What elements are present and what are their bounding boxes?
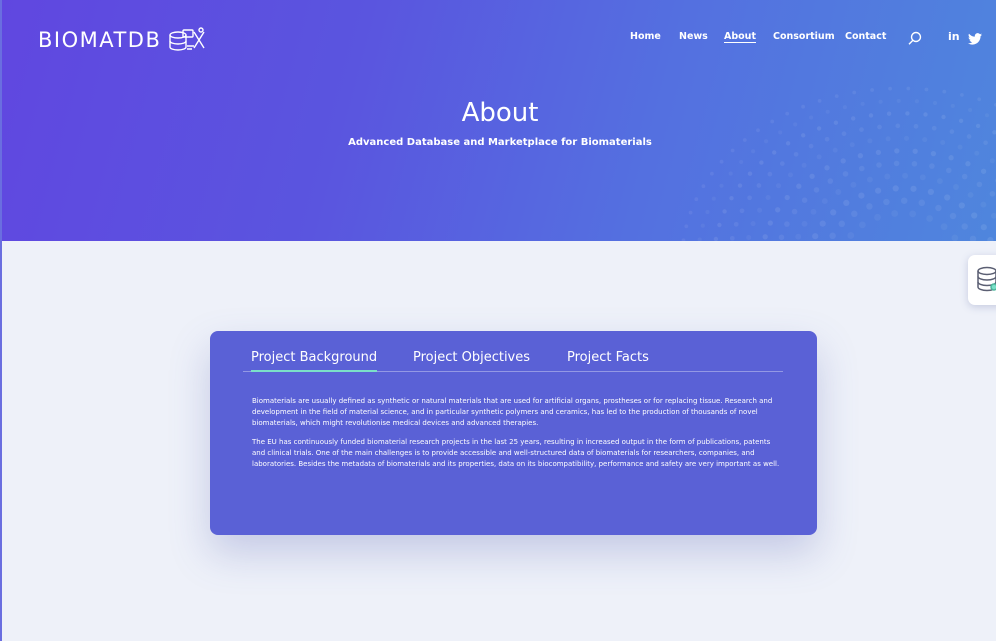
page-title: About — [461, 98, 539, 128]
nav-contact[interactable]: Contact — [845, 31, 886, 42]
tab-content: Biomaterials are usually defined as synt… — [252, 396, 782, 478]
linkedin-icon[interactable]: in — [948, 30, 960, 43]
about-tabs: Project Background Project Objectives Pr… — [243, 350, 783, 372]
page: BIOMATDB Home News About Consortium Cont… — [0, 0, 996, 641]
tab-project-background[interactable]: Project Background — [251, 350, 378, 372]
nav-consortium[interactable]: Consortium — [773, 31, 835, 42]
main-nav: Home News About Consortium Contact in — [2, 30, 996, 49]
content-paragraph: The EU has continuously funded biomateri… — [252, 438, 780, 468]
page-subtitle: Advanced Database and Marketplace for Bi… — [348, 137, 652, 148]
nav-news[interactable]: News — [679, 31, 708, 42]
hero-header: BIOMATDB Home News About Consortium Cont… — [2, 0, 996, 241]
database-icon — [977, 266, 996, 292]
search-icon[interactable] — [908, 30, 922, 49]
twitter-icon[interactable] — [968, 30, 982, 49]
about-card: Project Background Project Objectives Pr… — [210, 331, 817, 535]
content-paragraph: Biomaterials are usually defined as synt… — [252, 397, 773, 427]
dot-pattern-decoration — [681, 86, 996, 241]
database-widget-button[interactable] — [968, 255, 996, 305]
nav-about[interactable]: About — [724, 31, 756, 42]
nav-home[interactable]: Home — [630, 31, 661, 42]
tab-project-objectives[interactable]: Project Objectives — [413, 350, 530, 372]
tab-project-facts[interactable]: Project Facts — [567, 350, 649, 372]
